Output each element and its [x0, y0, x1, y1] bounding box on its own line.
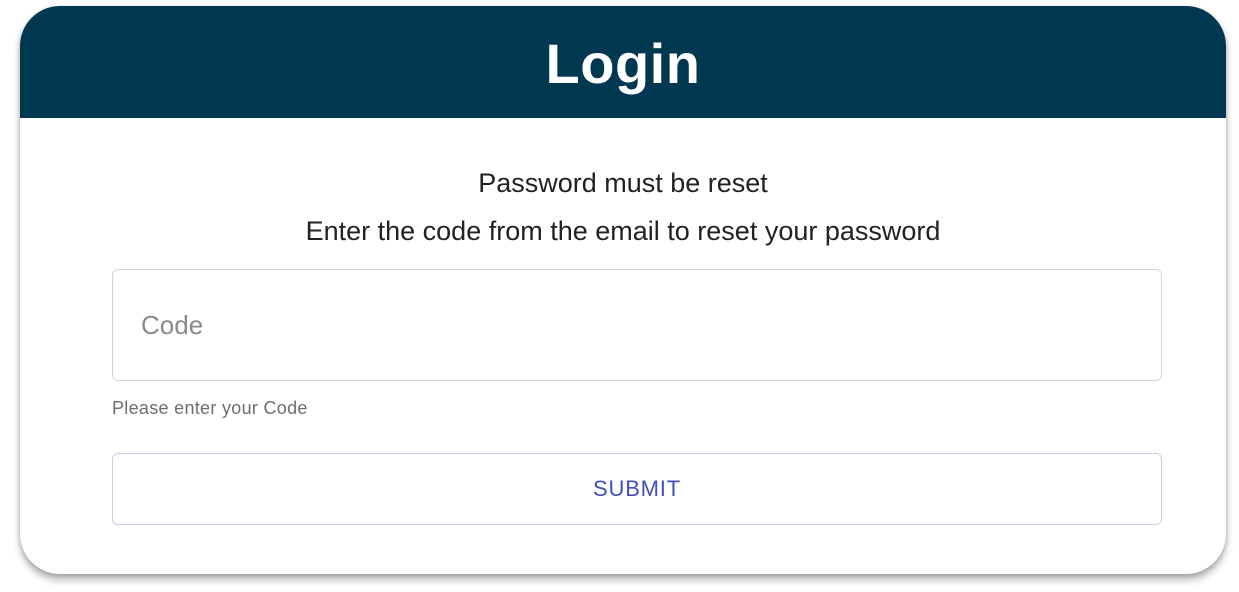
submit-button[interactable]: SUBMIT [112, 453, 1162, 525]
reset-required-message: Password must be reset [478, 168, 768, 198]
login-card: Login Password must be reset Enter the c… [20, 6, 1226, 574]
code-input[interactable] [112, 269, 1162, 381]
login-header: Login [20, 6, 1226, 118]
reset-instructions-message: Enter the code from the email to reset y… [305, 216, 941, 246]
code-helper-text: Please enter your Code [112, 398, 308, 418]
page-title: Login [545, 31, 701, 95]
